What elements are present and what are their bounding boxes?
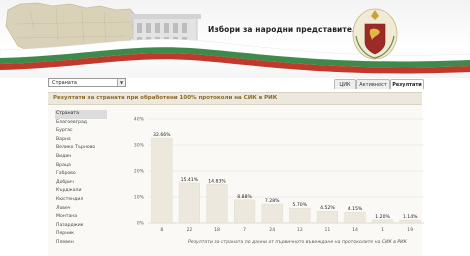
tab-activity[interactable]: Активност — [356, 79, 390, 89]
x-tick-label: 19 — [407, 227, 413, 233]
bar-value-label: 4.52% — [320, 205, 335, 211]
chart-bar — [399, 219, 421, 224]
region-item[interactable]: Габрово — [55, 170, 107, 179]
chart-bar — [372, 219, 394, 224]
chart-bar — [178, 182, 200, 224]
chart-caption: Резултати за страната по данни от първич… — [188, 240, 407, 245]
tab-results[interactable]: Резултати — [390, 79, 424, 89]
header-banner: Избори за народни представители 2014 — [0, 0, 470, 78]
region-item[interactable]: Варна — [55, 136, 107, 145]
bar-value-label: 15.41% — [181, 177, 199, 183]
region-item[interactable]: Враца — [55, 162, 107, 171]
chart-bar — [206, 184, 228, 224]
x-tick-label: 24 — [269, 227, 275, 233]
bar-value-label: 5.70% — [293, 202, 308, 208]
x-tick-label: 7 — [243, 227, 246, 233]
y-tick-label: 40% — [134, 117, 145, 123]
coat-of-arms-icon — [352, 8, 398, 60]
region-item[interactable]: Кърджали — [55, 187, 107, 196]
bar-value-label: 1.20% — [375, 214, 390, 220]
results-chart: 0% 10% 20% 30% 40% 32.66% 8 15.41% 22 14.83% 18 8.8… — [126, 111, 426, 243]
region-item[interactable]: Ловеч — [55, 205, 107, 214]
region-select-value: Страната — [52, 80, 77, 86]
region-item[interactable]: Бургас — [55, 127, 107, 136]
region-item[interactable]: Кюстендил — [55, 196, 107, 205]
x-tick-label: 11 — [324, 227, 330, 233]
chevron-down-icon[interactable]: ▼ — [117, 79, 125, 86]
region-item[interactable]: Монтана — [55, 213, 107, 222]
bar-value-label: 7.28% — [265, 198, 280, 204]
chart-bar — [234, 199, 256, 224]
toolbar: Страната ▼ ЦИК Активност Резултати — [0, 78, 470, 92]
y-tick-label: 20% — [134, 169, 145, 175]
tab-cik[interactable]: ЦИК — [334, 79, 356, 89]
bar-value-label: 32.66% — [153, 132, 171, 138]
region-list: Страната Благоевград Бургас Варна Велико… — [55, 110, 107, 248]
chart-bar — [316, 211, 338, 224]
x-tick-label: 14 — [352, 227, 358, 233]
x-tick-label: 22 — [186, 227, 192, 233]
results-bar-chart: 0% 10% 20% 30% 40% 32.66% 8 15.41% 22 14.83% 18 8.8… — [134, 117, 424, 233]
region-select[interactable]: Страната ▼ — [48, 78, 126, 87]
chart-bar — [289, 207, 311, 224]
x-tick-label: 1 — [381, 227, 384, 233]
region-item[interactable]: Страната — [55, 110, 107, 119]
region-item[interactable]: Добрич — [55, 179, 107, 188]
bar-value-label: 14.83% — [208, 178, 226, 184]
region-item[interactable]: Велико Търново — [55, 144, 107, 153]
bar-value-label: 4.15% — [348, 206, 363, 212]
x-tick-label: 8 — [160, 227, 163, 233]
y-tick-label: 10% — [134, 195, 145, 201]
x-tick-label: 18 — [214, 227, 220, 233]
chart-bar — [261, 203, 283, 224]
chart-bar — [151, 137, 173, 224]
region-item[interactable]: Пазарджик — [55, 222, 107, 231]
chart-bar — [344, 212, 366, 224]
panel-title: Резултати за страната при обработени 100… — [53, 95, 278, 101]
panel-header: Резултати за страната при обработени 100… — [48, 93, 422, 105]
bar-value-label: 1.14% — [403, 214, 418, 220]
region-item[interactable]: Плевен — [55, 239, 107, 248]
region-item[interactable]: Видин — [55, 153, 107, 162]
results-panel: Резултати за страната при обработени 100… — [48, 92, 424, 256]
bar-value-label: 8.88% — [237, 194, 252, 200]
x-tick-label: 13 — [297, 227, 303, 233]
region-item[interactable]: Благоевград — [55, 119, 107, 128]
y-tick-label: 0% — [137, 221, 145, 227]
y-tick-label: 30% — [134, 143, 145, 149]
region-item[interactable]: Перник — [55, 230, 107, 239]
